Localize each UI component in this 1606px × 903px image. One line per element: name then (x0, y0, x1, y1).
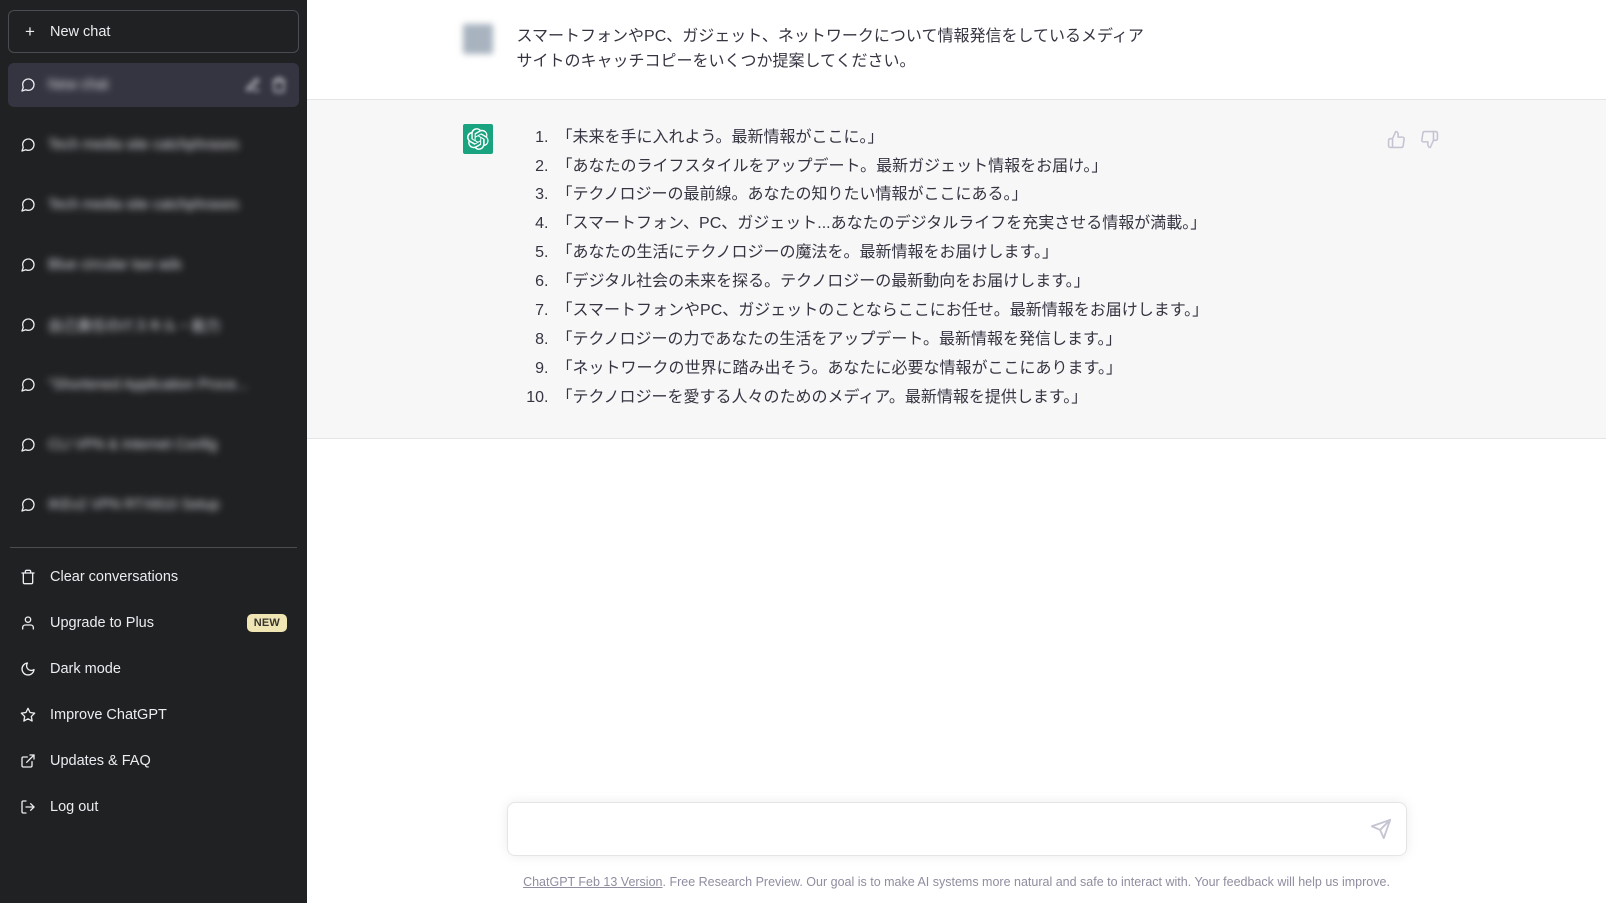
chat-history-label: Tech media site catchphrases (48, 137, 240, 153)
chat-history-item[interactable]: Tech media site catchphrases (8, 123, 299, 167)
new-badge: NEW (246, 614, 287, 632)
chat-history-label: New chat (48, 77, 109, 93)
sidebar-item-dark-mode[interactable]: Dark mode (8, 646, 299, 692)
chat-history-item[interactable]: Tech media site catchphrases (8, 183, 299, 227)
answer-list-item: 「デジタル社会の未来を探る。テクノロジーの最新動向をお届けします。」 (517, 269, 1090, 295)
sidebar-item-label: Clear conversations (50, 569, 179, 585)
thumbs-up-icon[interactable] (1387, 130, 1406, 149)
chat-icon (20, 257, 36, 273)
chat-history-item[interactable]: New chat (8, 63, 299, 107)
chat-icon (20, 137, 36, 153)
answer-list-item: 「テクノロジーの力であなたの生活をアップデート。最新情報を発信します。」 (517, 327, 1122, 353)
user-message: スマートフォンやPC、ガジェット、ネットワークについて情報発信をしているメディア… (307, 0, 1606, 99)
sidebar-item-label: Improve ChatGPT (50, 707, 167, 723)
chatgpt-avatar (462, 123, 493, 154)
sidebar-item-updates-faq[interactable]: Updates & FAQ (8, 738, 299, 784)
sidebar-item-label: Log out (50, 799, 99, 815)
chat-history-item[interactable]: CLI VPN & Internet Config (8, 423, 299, 467)
rename-chat-icon[interactable] (245, 77, 261, 93)
chat-icon (20, 77, 36, 93)
logout-icon (20, 799, 36, 815)
composer-area: ChatGPT Feb 13 Version. Free Research Pr… (307, 775, 1606, 903)
user-icon (20, 615, 36, 631)
star-icon (20, 707, 36, 723)
delete-chat-icon[interactable] (271, 77, 287, 93)
user-avatar (462, 24, 493, 54)
chat-icon (20, 317, 36, 333)
answer-list-item: 「未来を手に入れよう。最新情報がここに。」 (517, 125, 884, 151)
sidebar-item-improve-chatgpt[interactable]: Improve ChatGPT (8, 692, 299, 738)
chat-history-label: "Shortened Application Proce... (48, 377, 249, 393)
chat-icon (20, 377, 36, 393)
footer-disclaimer: ChatGPT Feb 13 Version. Free Research Pr… (307, 874, 1606, 892)
feedback-buttons (1387, 130, 1439, 149)
message-input[interactable] (525, 816, 1358, 841)
chat-item-actions (245, 77, 287, 93)
trash-icon (20, 569, 36, 585)
sidebar-item-label: Dark mode (50, 661, 121, 677)
sidebar-menu: Clear conversations Upgrade to Plus NEW Dar… (8, 554, 299, 830)
answer-list-item: 「あなたの生活にテクノロジーの魔法を。最新情報をお届けします。」 (517, 240, 1058, 266)
answer-list-item: 「スマートフォンやPC、ガジェットのことならここにお任せ。最新情報をお届けします… (517, 298, 1209, 324)
external-link-icon (20, 753, 36, 769)
composer-box[interactable] (506, 801, 1407, 856)
thumbs-down-icon[interactable] (1420, 130, 1439, 149)
new-chat-button[interactable]: + New chat (8, 10, 299, 53)
footer-rest-text: . Free Research Preview. Our goal is to … (662, 874, 1390, 889)
answer-list-item: 「あなたのライフスタイルをアップデート。最新ガジェット情報をお届け。」 (517, 154, 1108, 180)
chat-history-item[interactable]: IKEv2 VPN RTX810 Setup (8, 483, 299, 527)
send-button[interactable] (1370, 818, 1392, 840)
assistant-answer-list: 「未来を手に入れよう。最新情報がここに。」「あなたのライフスタイルをアップデート… (517, 125, 1457, 411)
sidebar-item-label: Updates & FAQ (50, 753, 151, 769)
answer-list-item: 「ネットワークの世界に踏み出そう。あなたに必要な情報がここにあります。」 (517, 356, 1122, 382)
sidebar-item-label: Upgrade to Plus (50, 615, 154, 631)
message-thread: スマートフォンやPC、ガジェット、ネットワークについて情報発信をしているメディア… (307, 0, 1606, 439)
chat-history-label: IKEv2 VPN RTX810 Setup (48, 497, 220, 513)
main-panel: スマートフォンやPC、ガジェット、ネットワークについて情報発信をしているメディア… (307, 0, 1606, 903)
chatgpt-app: + New chat New chat Tech media site catch… (0, 0, 1606, 903)
sidebar-divider (10, 547, 297, 548)
chat-history-item[interactable]: "Shortened Application Proce... (8, 363, 299, 407)
chat-history-item[interactable]: 自己責任のITスキル・能力 (8, 303, 299, 347)
sidebar-item-log-out[interactable]: Log out (8, 784, 299, 830)
assistant-message: 「未来を手に入れよう。最新情報がここに。」「あなたのライフスタイルをアップデート… (307, 98, 1606, 439)
chat-history-item[interactable]: Blue circular taxi ads (8, 243, 299, 287)
plus-icon: + (25, 22, 35, 41)
chat-icon (20, 497, 36, 513)
sidebar-item-clear-conversations[interactable]: Clear conversations (8, 554, 299, 600)
chat-history-label: Blue circular taxi ads (48, 257, 182, 273)
version-link[interactable]: ChatGPT Feb 13 Version (523, 875, 662, 889)
moon-icon (20, 661, 36, 677)
answer-list-item: 「テクノロジーの最前線。あなたの知りたい情報がここにある。」 (517, 182, 1028, 208)
user-message-text: スマートフォンやPC、ガジェット、ネットワークについて情報発信をしているメディア… (516, 28, 1144, 70)
chat-history-label: 自己責任のITスキル・能力 (48, 318, 221, 335)
chat-history-label: Tech media site catchphrases (48, 197, 240, 213)
new-chat-label: New chat (50, 23, 111, 40)
answer-list-item: 「テクノロジーを愛する人々のためのメディア。最新情報を提供します。」 (517, 385, 1088, 411)
chat-icon (20, 197, 36, 213)
chat-history-label: CLI VPN & Internet Config (48, 437, 218, 453)
chat-icon (20, 437, 36, 453)
sidebar: + New chat New chat Tech media site catch… (0, 0, 307, 903)
answer-list-item: 「スマートフォン、PC、ガジェット...あなたのデジタルライフを充実させる情報が… (517, 211, 1207, 237)
sidebar-item-upgrade-to-plus[interactable]: Upgrade to Plus NEW (8, 600, 299, 646)
chat-history-list: New chat Tech media site catchphrases Tech… (8, 63, 299, 543)
